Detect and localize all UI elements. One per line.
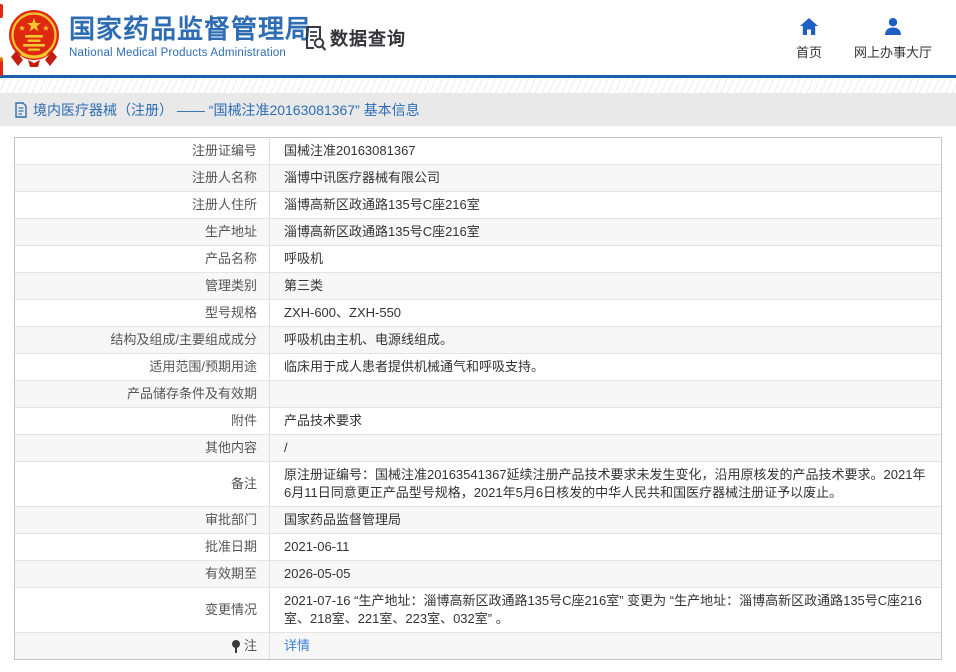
user-icon [883,17,903,36]
table-row: 附件产品技术要求 [15,408,941,435]
brand-text: 国家药品监督管理局 National Medical Products Admi… [69,9,312,59]
left-edge-decoration [0,4,3,18]
row-value: 产品技术要求 [270,408,941,434]
row-value: 国家药品监督管理局 [270,507,941,533]
nav-service-hall[interactable]: 网上办事大厅 [854,17,932,61]
table-row: 变更情况2021-07-16 “生产地址：淄博高新区政通路135号C座216室”… [15,588,941,633]
row-label: 型号规格 [15,300,270,326]
brand-title: 国家药品监督管理局 [69,15,312,43]
row-label: 审批部门 [15,507,270,533]
table-row: 注册人住所淄博高新区政通路135号C座216室 [15,192,941,219]
row-value: 呼吸机由主机、电源线组成。 [270,327,941,353]
table-row: 备注原注册证编号：国械注准20163541367延续注册产品技术要求未发生变化，… [15,462,941,507]
row-label: 生产地址 [15,219,270,245]
row-value: 淄博中讯医疗器械有限公司 [270,165,941,191]
nav-home-label: 首页 [796,42,822,61]
table-row: 其他内容/ [15,435,941,462]
table-row: 产品名称呼吸机 [15,246,941,273]
breadcrumb-text: 境内医疗器械（注册） —— “国械注准20163081367” 基本信息 [33,100,420,120]
row-label: 注册人住所 [15,192,270,218]
hatch-strip [0,78,956,93]
row-label: 产品储存条件及有效期 [15,381,270,407]
table-row: 型号规格ZXH-600、ZXH-550 [15,300,941,327]
row-value: 国械注准20163081367 [270,138,941,164]
national-emblem-logo [8,9,60,67]
table-row: 注详情 [15,633,941,659]
row-value: 2021-06-11 [270,534,941,560]
home-icon [799,17,819,36]
data-query[interactable]: 数据查询 [303,25,406,51]
row-value: 淄博高新区政通路135号C座216室 [270,219,941,245]
table-row: 注册人名称淄博中讯医疗器械有限公司 [15,165,941,192]
top-nav: 首页 网上办事大厅 [796,17,932,61]
row-label: 注 [15,633,270,659]
table-row: 注册证编号国械注准20163081367 [15,138,941,165]
row-value: 淄博高新区政通路135号C座216室 [270,192,941,218]
row-label: 注册证编号 [15,138,270,164]
table-row: 生产地址淄博高新区政通路135号C座216室 [15,219,941,246]
table-row: 审批部门国家药品监督管理局 [15,507,941,534]
breadcrumb: 境内医疗器械（注册） —— “国械注准20163081367” 基本信息 [0,93,956,126]
left-edge-decoration [0,57,3,76]
row-label: 有效期至 [15,561,270,587]
row-value: 详情 [270,633,941,659]
detail-link[interactable]: 详情 [284,637,310,655]
row-label: 适用范围/预期用途 [15,354,270,380]
brand[interactable]: 国家药品监督管理局 National Medical Products Admi… [8,9,312,67]
row-label: 注册人名称 [15,165,270,191]
row-label: 产品名称 [15,246,270,272]
table-row: 有效期至2026-05-05 [15,561,941,588]
row-label: 其他内容 [15,435,270,461]
row-value: 临床用于成人患者提供机械通气和呼吸支持。 [270,354,941,380]
nav-home[interactable]: 首页 [796,17,822,61]
row-value: 呼吸机 [270,246,941,272]
row-value: 2021-07-16 “生产地址：淄博高新区政通路135号C座216室” 变更为… [270,588,941,632]
table-row: 批准日期2021-06-11 [15,534,941,561]
row-label: 批准日期 [15,534,270,560]
row-label: 备注 [15,462,270,506]
row-label: 附件 [15,408,270,434]
row-value: 原注册证编号：国械注准20163541367延续注册产品技术要求未发生变化，沿用… [270,462,941,506]
document-icon [14,102,28,118]
row-value [270,381,941,407]
row-label: 变更情况 [15,588,270,632]
table-row: 管理类别第三类 [15,273,941,300]
row-value: 2026-05-05 [270,561,941,587]
row-value: ZXH-600、ZXH-550 [270,300,941,326]
data-query-label: 数据查询 [330,25,406,51]
table-row: 适用范围/预期用途临床用于成人患者提供机械通气和呼吸支持。 [15,354,941,381]
brand-subtitle: National Medical Products Administration [69,47,312,59]
data-query-icon [303,25,327,51]
row-value: 第三类 [270,273,941,299]
site-header: 国家药品监督管理局 National Medical Products Admi… [0,0,956,78]
note-pin-icon [232,640,241,653]
row-label: 管理类别 [15,273,270,299]
row-label: 结构及组成/主要组成成分 [15,327,270,353]
table-row: 产品储存条件及有效期 [15,381,941,408]
table-row: 结构及组成/主要组成成分呼吸机由主机、电源线组成。 [15,327,941,354]
row-value: / [270,435,941,461]
nav-service-hall-label: 网上办事大厅 [854,42,932,61]
info-table: 注册证编号国械注准20163081367注册人名称淄博中讯医疗器械有限公司注册人… [14,137,942,660]
